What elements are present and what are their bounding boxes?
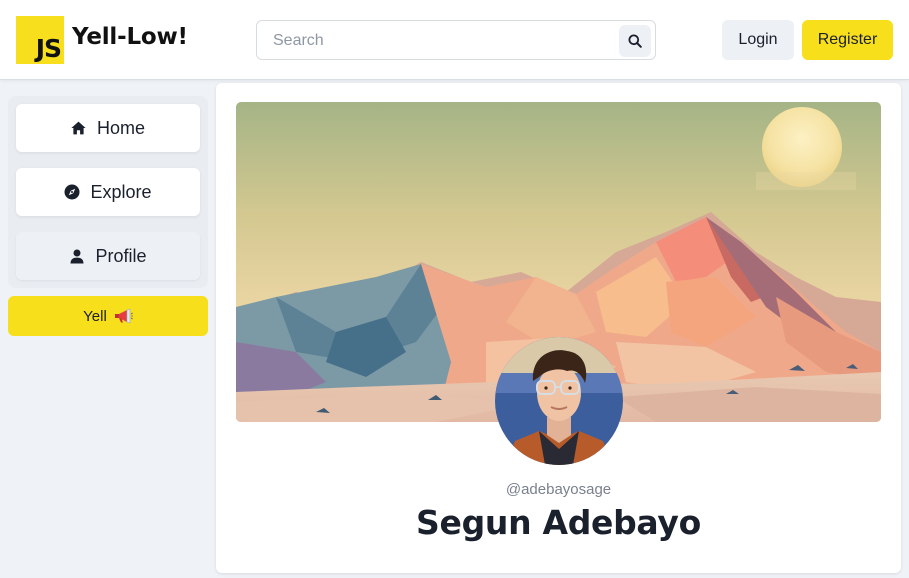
sidebar-item-home[interactable]: Home xyxy=(16,104,200,152)
megaphone-icon xyxy=(113,308,133,324)
sidebar-item-profile[interactable]: Profile xyxy=(16,232,200,280)
js-logo[interactable]: JS xyxy=(16,16,64,64)
avatar[interactable] xyxy=(495,337,623,465)
profile-name: Segun Adebayo xyxy=(416,503,701,542)
top-header: JS Yell-Low! Login Register xyxy=(0,0,909,80)
login-button[interactable]: Login xyxy=(722,20,794,60)
register-button[interactable]: Register xyxy=(802,20,893,60)
sidebar-item-label: Home xyxy=(96,117,145,138)
yell-label: Yell xyxy=(83,307,107,325)
profile-handle: @adebayosage xyxy=(505,481,612,498)
sidebar-item-label: Explore xyxy=(90,181,152,202)
yell-button[interactable]: Yell xyxy=(8,296,208,336)
profile-card: @adebayosage Segun Adebayo xyxy=(216,83,901,573)
sidebar-item-label: Profile xyxy=(95,245,147,266)
logo-text: JS xyxy=(35,34,62,63)
search-button[interactable] xyxy=(619,25,651,57)
brand-name[interactable]: Yell-Low! xyxy=(72,24,188,50)
search-bar xyxy=(256,20,656,60)
user-icon xyxy=(69,248,85,264)
home-icon xyxy=(71,120,87,136)
search-icon xyxy=(628,34,642,48)
sidebar-item-explore[interactable]: Explore xyxy=(16,168,200,216)
compass-icon xyxy=(64,184,80,200)
search-input[interactable] xyxy=(273,30,603,52)
